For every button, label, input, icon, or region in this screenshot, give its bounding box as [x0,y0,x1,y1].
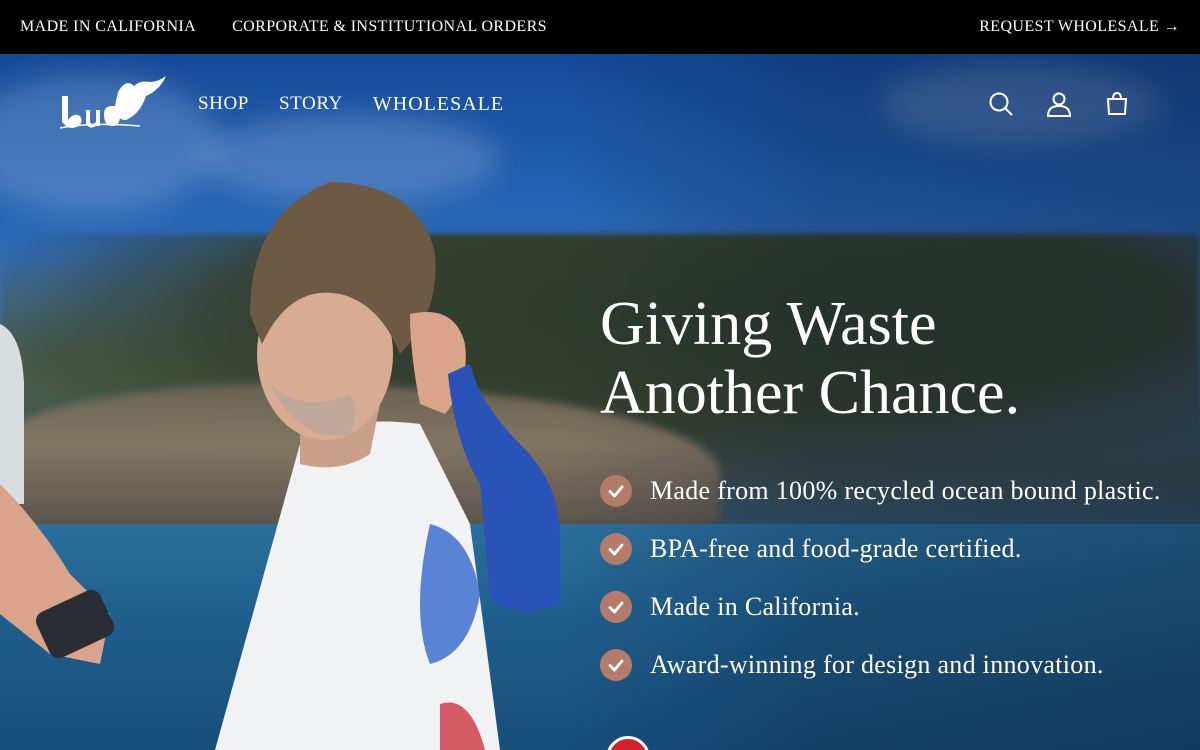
corporate-orders-link[interactable]: CORPORATE & INSTITUTIONAL ORDERS [232,18,547,36]
feature-item: Made from 100% recycled ocean bound plas… [600,474,1180,507]
feature-text: Award-winning for design and innovation. [650,650,1104,679]
feature-text: Made in California. [650,592,861,621]
feature-item: Award-winning for design and innovation. [600,648,1180,681]
announcement-links: MADE IN CALIFORNIA CORPORATE & INSTITUTI… [20,18,547,36]
nav-wholesale[interactable]: WHOLESALE [373,93,504,116]
request-wholesale-container: REQUEST WHOLESALE → [979,18,1180,36]
site-header: SHOP STORY WHOLESALE [0,54,1200,154]
check-icon [600,475,632,507]
check-icon [600,591,632,623]
main-nav: SHOP STORY WHOLESALE [198,93,504,116]
headline-line-2: Another Chance. [600,359,1021,427]
cart-icon[interactable] [1104,91,1130,117]
hero-headline: Giving Waste Another Chance. [600,290,1180,428]
feature-item: Made in California. [600,590,1180,623]
feature-text: BPA-free and food-grade certified. [650,534,1022,563]
search-icon[interactable] [988,91,1014,117]
feature-item: BPA-free and food-grade certified. [600,532,1180,565]
request-wholesale-link[interactable]: REQUEST WHOLESALE → [979,18,1180,36]
buoy-logo[interactable] [60,74,170,134]
man-with-bottles-photo [0,182,560,750]
headline-line-1: Giving Waste [600,290,937,358]
made-in-california-link[interactable]: MADE IN CALIFORNIA [20,18,196,36]
account-icon[interactable] [1046,91,1072,117]
header-icons [988,91,1140,117]
hero-content: Giving Waste Another Chance. Made from 1… [600,290,1180,706]
nav-story[interactable]: STORY [279,93,343,116]
feature-text: Made from 100% recycled ocean bound plas… [650,476,1161,505]
nav-shop[interactable]: SHOP [198,93,249,116]
feature-list: Made from 100% recycled ocean bound plas… [600,474,1180,681]
check-icon [600,649,632,681]
announcement-bar: MADE IN CALIFORNIA CORPORATE & INSTITUTI… [0,0,1200,54]
check-icon [600,533,632,565]
